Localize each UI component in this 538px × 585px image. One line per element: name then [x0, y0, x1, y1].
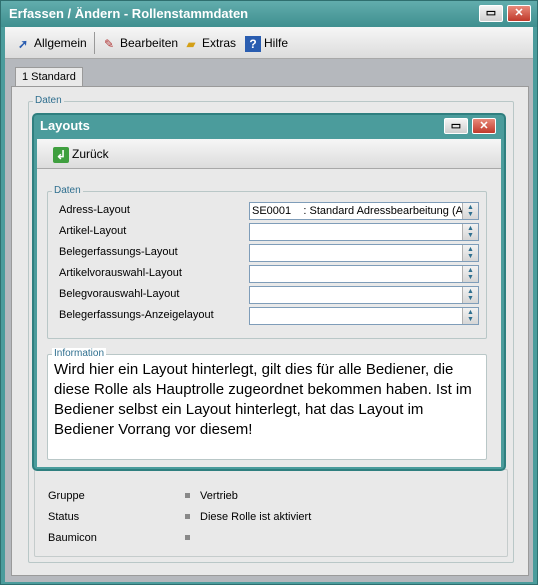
dialog-restore-button[interactable]: ▭	[444, 118, 468, 134]
bullet-marker	[185, 493, 190, 498]
belegerfassungs-anzeigelayout-select[interactable]: ▲ ▼	[249, 307, 479, 325]
layouts-dialog: Layouts ▭ ✕ ↲ Zurück Daten Adress-Layout …	[32, 113, 506, 471]
information-box: Information Wird hier ein Layout hinterl…	[47, 348, 487, 460]
information-legend: Information	[52, 348, 107, 359]
belegerfassungs-anzeigelayout-label: Belegerfassungs-Anzeigelayout	[59, 309, 214, 321]
menu-allgemein[interactable]: ➚ Allgemein	[15, 34, 87, 52]
bullet-marker	[185, 535, 190, 540]
toolbar-separator	[94, 32, 95, 54]
dialog-close-button[interactable]: ✕	[472, 118, 496, 134]
window-titlebar[interactable]: Erfassen / Ändern - Rollenstammdaten ▭ ✕	[1, 1, 537, 27]
restore-button[interactable]: ▭	[479, 5, 503, 22]
artikelvorauswahl-layout-label: Artikelvorauswahl-Layout	[59, 267, 182, 279]
spin-updown-icon[interactable]: ▲ ▼	[462, 266, 478, 282]
adress-layout-select[interactable]: SE0001 : Standard Adressbearbeitung (A ▲…	[249, 202, 479, 220]
window-title: Erfassen / Ändern - Rollenstammdaten	[9, 6, 249, 21]
artikelvorauswahl-layout-select[interactable]: ▲ ▼	[249, 265, 479, 283]
dialog-daten-legend: Daten	[52, 185, 83, 196]
gruppe-label: Gruppe	[48, 490, 85, 502]
belegerfassungs-layout-select[interactable]: ▲ ▼	[249, 244, 479, 262]
close-button[interactable]: ✕	[507, 5, 531, 22]
status-value: Diese Rolle ist aktiviert	[200, 511, 312, 523]
spin-updown-icon[interactable]: ▲ ▼	[462, 308, 478, 324]
spin-updown-icon[interactable]: ▲ ▼	[462, 245, 478, 261]
spin-updown-icon[interactable]: ▲ ▼	[462, 224, 478, 240]
menu-bearbeiten[interactable]: ✎ Bearbeiten	[101, 34, 178, 52]
belegvorauswahl-layout-label: Belegvorauswahl-Layout	[59, 288, 180, 300]
back-arrow-icon: ↲	[53, 146, 69, 163]
menu-hilfe[interactable]: ? Hilfe	[245, 34, 288, 52]
dialog-client: ↲ Zurück Daten Adress-Layout SE0001 : Sta…	[37, 139, 501, 467]
information-text: Wird hier ein Layout hinterlegt, gilt di…	[54, 361, 472, 438]
menu-extras[interactable]: ▰ Extras	[183, 34, 236, 52]
menu-toolbar: ➚ Allgemein ✎ Bearbeiten ▰ Extras ? Hilfe	[5, 27, 533, 59]
artikel-layout-select[interactable]: ▲ ▼	[249, 223, 479, 241]
artikel-layout-label: Artikel-Layout	[59, 225, 127, 237]
back-button[interactable]: ↲ Zurück	[53, 145, 109, 163]
spin-updown-icon[interactable]: ▲ ▼	[462, 287, 478, 303]
gruppe-value: Vertrieb	[200, 490, 238, 502]
daten-legend: Daten	[33, 95, 64, 106]
belegerfassungs-layout-label: Belegerfassungs-Layout	[59, 246, 178, 258]
baumicon-label: Baumicon	[48, 532, 97, 544]
spin-updown-icon[interactable]: ▲ ▼	[462, 203, 478, 219]
dialog-title: Layouts	[40, 118, 90, 133]
document-edit-icon: ✎	[103, 36, 115, 51]
tab-standard[interactable]: 1 Standard	[15, 67, 83, 87]
folder-icon: ▰	[186, 36, 196, 51]
bullet-marker	[185, 514, 190, 519]
adress-layout-label: Adress-Layout	[59, 204, 130, 216]
belegvorauswahl-layout-select[interactable]: ▲ ▼	[249, 286, 479, 304]
help-icon: ?	[245, 35, 261, 52]
arrow-up-right-icon: ➚	[17, 36, 29, 51]
status-label: Status	[48, 511, 80, 523]
dialog-toolbar: ↲ Zurück	[37, 139, 501, 169]
dialog-titlebar[interactable]: Layouts ▭ ✕	[34, 115, 504, 137]
